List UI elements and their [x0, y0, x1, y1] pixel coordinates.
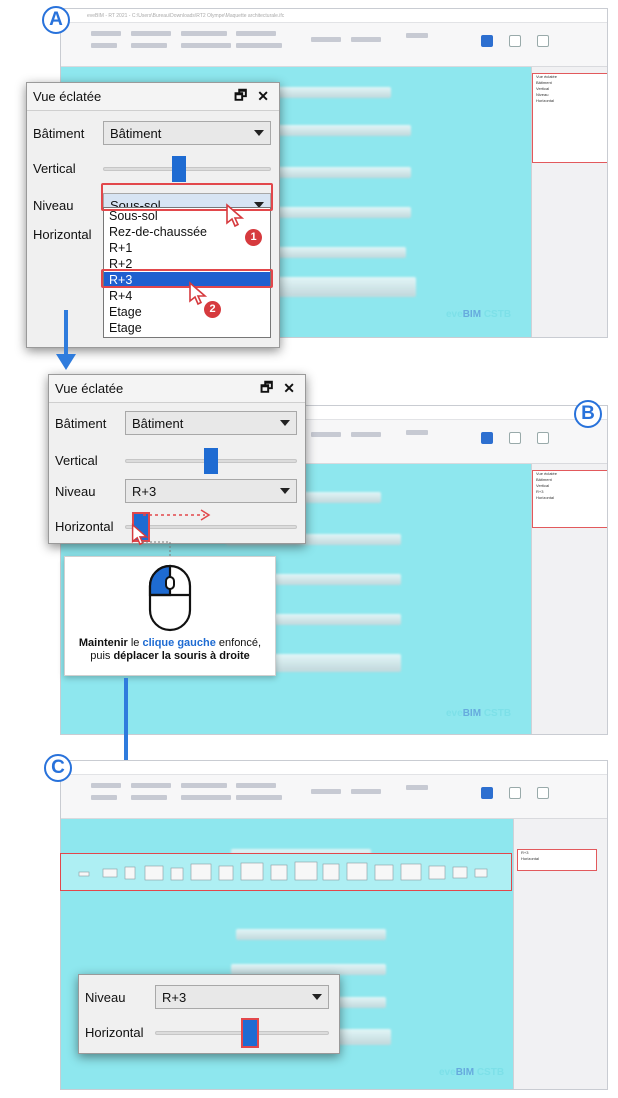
chevron-down-icon — [280, 488, 290, 494]
cursor-icon — [189, 281, 208, 306]
cursor-icon — [226, 203, 245, 228]
niveau-select[interactable]: R+3 — [125, 479, 297, 503]
batiment-label: Bâtiment — [33, 125, 85, 141]
close-icon[interactable]: ✕ — [257, 88, 269, 105]
mouse-instruction-card: Maintenir le clique gauche enfoncé, puis… — [64, 556, 276, 676]
drag-right-arrow-icon — [143, 509, 211, 521]
connector-dots — [142, 541, 171, 556]
tutorial-figure: eveBIM - RT 2021 - C:\Users\Bureau\Downl… — [0, 0, 618, 1098]
batiment-select[interactable]: Bâtiment — [103, 121, 271, 145]
float-window-icon[interactable]: 🗗 — [260, 377, 273, 401]
chevron-down-icon — [312, 994, 322, 1000]
panel-title: Vue éclatée — [33, 89, 102, 104]
exploded-view-panel-a: Vue éclatée 🗗 ✕ Bâtiment Bâtiment Vertic… — [26, 82, 280, 348]
vertical-slider-thumb[interactable] — [172, 155, 186, 182]
vertical-slider[interactable] — [103, 155, 271, 182]
highlight-niveau-select — [101, 183, 273, 211]
arrow-down-icon — [56, 354, 76, 370]
flow-arrow — [64, 310, 68, 358]
ribbon — [61, 775, 607, 819]
horizontal-label: Horizontal — [55, 519, 114, 534]
instruction-line-1: Maintenir le clique gauche enfoncé, — [78, 637, 262, 649]
mini-exploded-panel-b: Vue éclatée Bâtiment Vertical R+3 Horizo… — [532, 470, 607, 528]
batiment-select[interactable]: Bâtiment — [125, 411, 297, 435]
chevron-down-icon — [254, 130, 264, 136]
vertical-label: Vertical — [33, 161, 76, 176]
exploded-floor-highlight — [60, 853, 512, 891]
window-title: eveBIM - RT 2021 - C:\Users\Bureau\Downl… — [61, 9, 607, 23]
panel-header: Vue éclatée 🗗 ✕ — [49, 375, 305, 403]
vertical-label: Vertical — [55, 453, 98, 468]
mini-exploded-panel-c: R+3 Horizontal — [517, 849, 597, 871]
niveau-label: Niveau — [55, 483, 96, 499]
step-badge-c: C — [44, 754, 72, 782]
exploded-view-panel-c: Niveau R+3 Horizontal — [78, 974, 340, 1054]
vertical-slider-thumb[interactable] — [204, 447, 218, 474]
mini-exploded-panel-a: Vue éclatée Bâtiment Vertical Niveau Hor… — [532, 73, 607, 163]
float-window-icon[interactable]: 🗗 — [234, 85, 247, 109]
niveau-label: Niveau — [33, 197, 74, 213]
evebim-logo: eveBIM CSTB — [439, 1067, 505, 1078]
close-icon[interactable]: ✕ — [283, 380, 295, 397]
batiment-label: Bâtiment — [55, 415, 107, 431]
horizontal-label: Horizontal — [33, 227, 92, 242]
panel-title: Vue éclatée — [55, 381, 124, 396]
step-badge-b: B — [574, 400, 602, 428]
exploded-view-panel-b: Vue éclatée 🗗 ✕ Bâtiment Bâtiment Vertic… — [48, 374, 306, 546]
instruction-line-2: puis déplacer la souris à droite — [90, 650, 250, 662]
evebim-logo: eveBIM CSTB — [446, 309, 512, 320]
chevron-down-icon — [280, 420, 290, 426]
mouse-left-click-icon — [148, 564, 192, 632]
horizontal-slider[interactable] — [155, 1017, 329, 1048]
niveau-option[interactable]: R+1 — [104, 240, 270, 256]
step-number-1: 1 — [245, 229, 262, 246]
ribbon — [61, 23, 607, 67]
vertical-slider[interactable] — [125, 447, 297, 474]
exploded-floor-slices — [78, 861, 488, 881]
evebim-logo: eveBIM CSTB — [446, 708, 512, 719]
niveau-select[interactable]: R+3 — [155, 985, 329, 1009]
niveau-option[interactable]: Etage — [104, 320, 270, 336]
panel-header: Vue éclatée 🗗 ✕ — [27, 83, 279, 111]
horizontal-label: Horizontal — [85, 1025, 144, 1040]
step-badge-a: A — [42, 6, 70, 34]
horizontal-slider-thumb[interactable] — [241, 1017, 259, 1048]
niveau-label: Niveau — [85, 989, 126, 1005]
